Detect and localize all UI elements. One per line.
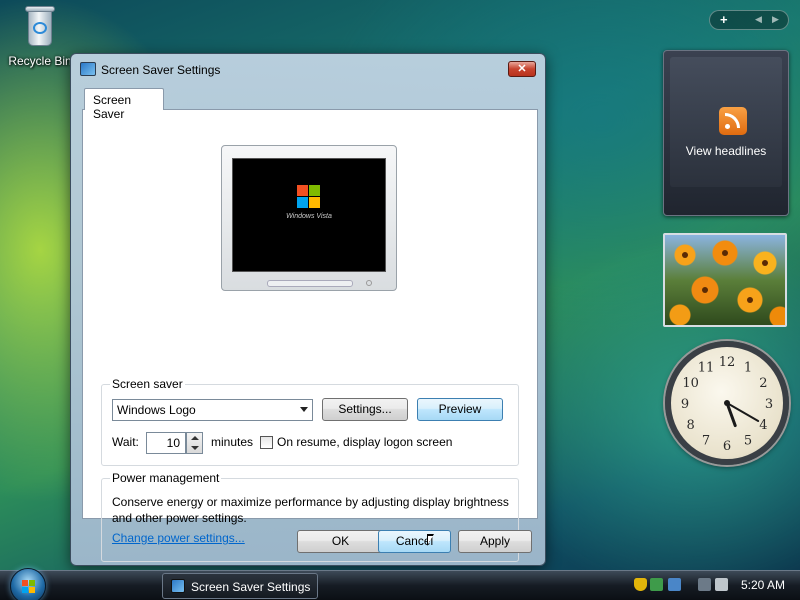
add-gadget-button[interactable]: + xyxy=(720,12,728,27)
preview-logo-text: Windows Vista xyxy=(286,213,332,220)
view-headlines-label[interactable]: View headlines xyxy=(670,144,782,158)
taskbar: Screen Saver Settings 5:20 AM xyxy=(0,568,800,600)
clock-gadget[interactable]: 12 1 2 3 4 5 6 7 8 9 10 11 xyxy=(665,341,789,465)
dialog-title: Screen Saver Settings xyxy=(101,63,221,77)
network-icon[interactable] xyxy=(698,578,711,591)
screen-saver-selected: Windows Logo xyxy=(117,403,196,417)
change-power-settings-link[interactable]: Change power settings... xyxy=(112,531,245,545)
recycle-bin-icon xyxy=(22,4,58,48)
taskbar-item-screen-saver-settings[interactable]: Screen Saver Settings xyxy=(162,573,318,599)
sidebar-prev-button[interactable]: ◀ xyxy=(755,14,762,25)
clock-numeral: 1 xyxy=(744,361,752,376)
clock-numeral: 3 xyxy=(765,397,773,412)
clock-center xyxy=(724,400,730,406)
minutes-label: minutes xyxy=(211,435,254,449)
chevron-down-icon xyxy=(300,407,308,412)
clock-numeral: 7 xyxy=(702,433,710,448)
apply-button[interactable]: Apply xyxy=(458,530,532,553)
clock-numeral: 4 xyxy=(759,418,767,433)
rss-icon xyxy=(719,107,747,135)
clock-numeral: 8 xyxy=(686,418,694,433)
dialog-client: Screen Saver Windows Vista Screen saver … xyxy=(79,84,539,562)
clock-numeral: 11 xyxy=(698,361,715,376)
windows-flag-icon xyxy=(297,185,321,209)
logon-screen-checkbox-label[interactable]: On resume, display logon screen xyxy=(277,435,452,449)
wait-minutes-input[interactable]: 10 xyxy=(146,432,186,454)
clock-numeral: 6 xyxy=(723,439,731,454)
clock-numeral: 9 xyxy=(681,397,689,412)
monitor-preview: Windows Vista xyxy=(221,145,397,291)
clock-face: 12 12 3 45678 9 1011 xyxy=(681,355,773,454)
dialog-titlebar[interactable]: Screen Saver Settings ✕ xyxy=(71,54,545,84)
start-button[interactable] xyxy=(10,568,46,600)
windows-start-icon xyxy=(22,580,36,594)
feed-headlines-gadget[interactable]: View headlines xyxy=(663,50,789,216)
monitor-power-led xyxy=(366,280,372,286)
logon-screen-checkbox[interactable] xyxy=(260,436,273,449)
mouse-cursor-icon xyxy=(427,534,434,546)
spinner-up-icon[interactable] xyxy=(191,436,199,440)
screen-saver-taskbar-icon xyxy=(171,579,185,593)
taskbar-item-label: Screen Saver Settings xyxy=(191,580,311,594)
spinner-down-icon[interactable] xyxy=(191,446,199,450)
volume-muted-icon[interactable] xyxy=(715,578,728,591)
ok-button[interactable]: OK xyxy=(297,530,384,553)
sidebar-controls: + ◀ ▶ xyxy=(709,10,789,30)
tab-screen-saver[interactable]: Screen Saver xyxy=(84,88,164,121)
preview-screen: Windows Vista xyxy=(232,158,386,272)
screen-saver-settings-dialog: Screen Saver Settings ✕ Screen Saver Win… xyxy=(70,53,546,566)
wait-spinner[interactable] xyxy=(186,432,203,454)
taskbar-clock[interactable]: 5:20 AM xyxy=(741,578,785,592)
windows-sidebar-icon[interactable] xyxy=(668,578,681,591)
recycle-bin-label: Recycle Bin xyxy=(8,54,72,68)
wait-label: Wait: xyxy=(112,435,139,449)
clock-numeral: 10 xyxy=(682,376,699,391)
tab-panel: Windows Vista Screen saver Windows Logo … xyxy=(82,109,538,562)
screen-saver-app-icon xyxy=(80,62,96,76)
sidebar-next-button[interactable]: ▶ xyxy=(772,14,779,25)
screen-saver-dropdown[interactable]: Windows Logo xyxy=(112,399,313,421)
slideshow-gadget[interactable] xyxy=(663,233,787,327)
clock-numeral: 2 xyxy=(759,376,767,391)
recycle-bin-desktop-icon[interactable]: Recycle Bin xyxy=(6,2,74,68)
screen-saver-group: Screen saver Windows Logo Settings... Pr… xyxy=(101,377,519,466)
power-management-description: Conserve energy or maximize performance … xyxy=(112,495,509,525)
security-shield-icon[interactable] xyxy=(634,578,647,591)
clock-numeral: 12 xyxy=(719,355,736,370)
user-accounts-icon[interactable] xyxy=(650,578,663,591)
power-management-group-label: Power management xyxy=(110,471,222,485)
monitor-base xyxy=(267,280,353,287)
screen-saver-group-label: Screen saver xyxy=(110,377,185,391)
settings-button[interactable]: Settings... xyxy=(322,398,408,421)
clock-numeral: 5 xyxy=(744,433,752,448)
cancel-button[interactable]: Cancel xyxy=(378,530,451,553)
close-button[interactable]: ✕ xyxy=(508,61,536,77)
preview-button[interactable]: Preview xyxy=(417,398,503,421)
feed-panel: View headlines xyxy=(670,57,782,187)
